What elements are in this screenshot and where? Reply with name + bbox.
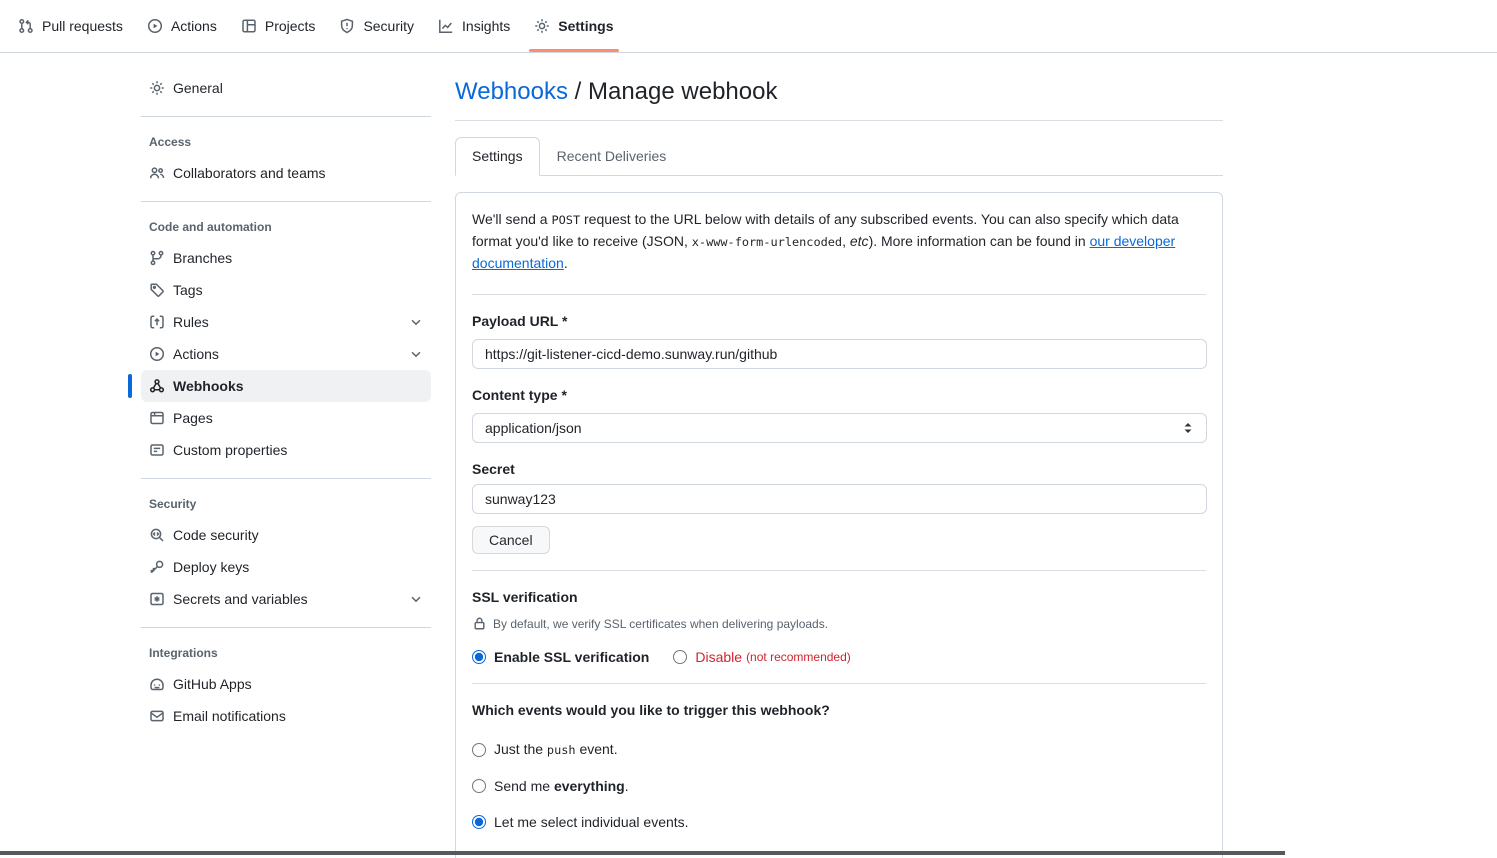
gear-icon [149, 80, 165, 96]
chevron-down-icon [409, 592, 423, 606]
sidebar-section-security: Security [141, 483, 431, 519]
payload-url-input[interactable] [472, 339, 1207, 369]
nav-actions[interactable]: Actions [139, 10, 225, 42]
webhook-settings-main: Webhooks / Manage webhook Settings Recen… [455, 76, 1223, 858]
event-option-everything[interactable]: Send me everything. [472, 778, 1206, 794]
sidebar-divider [141, 627, 431, 628]
sidebar-item-deploy-keys[interactable]: Deploy keys [141, 551, 431, 583]
ssl-note: By default, we verify SSL certificates w… [472, 616, 1206, 631]
sidebar-item-secrets-and-variables[interactable]: Secrets and variables [141, 583, 431, 615]
secret-label: Secret [472, 459, 1206, 480]
sidebar-divider [141, 201, 431, 202]
sidebar-divider [141, 478, 431, 479]
page-title: Webhooks / Manage webhook [455, 76, 1223, 121]
nav-label: Actions [171, 16, 217, 36]
nav-label: Pull requests [42, 16, 123, 36]
horizontal-scrollbar[interactable] [0, 851, 1285, 855]
ssl-enable-option[interactable]: Enable SSL verification [472, 649, 649, 665]
rules-icon [149, 314, 165, 330]
breadcrumb-current: Manage webhook [588, 78, 777, 105]
sidebar-divider [141, 116, 431, 117]
chevron-down-icon [409, 315, 423, 329]
cancel-button[interactable]: Cancel [472, 526, 550, 554]
project-icon [241, 18, 257, 34]
event-option-individual[interactable]: Let me select individual events. [472, 814, 1206, 830]
sidebar-item-branches[interactable]: Branches [141, 242, 431, 274]
play-circle-icon [149, 346, 165, 362]
mail-icon [149, 708, 165, 724]
note-icon [149, 442, 165, 458]
sidebar-item-github-apps[interactable]: GitHub Apps [141, 668, 431, 700]
ssl-enable-radio[interactable] [472, 650, 486, 664]
git-branch-icon [149, 250, 165, 266]
send-everything-radio[interactable] [472, 779, 486, 793]
git-pull-request-icon [18, 18, 34, 34]
nav-pull-requests[interactable]: Pull requests [10, 10, 131, 42]
nav-label: Insights [462, 16, 510, 36]
webhook-icon [149, 378, 165, 394]
sidebar-item-code-security[interactable]: Code security [141, 519, 431, 551]
nav-settings[interactable]: Settings [526, 10, 621, 42]
secret-input[interactable] [472, 484, 1207, 514]
webhook-form-box: We'll send a POST request to the URL bel… [455, 192, 1223, 858]
sidebar-section-access: Access [141, 121, 431, 157]
breadcrumb-separator: / [568, 78, 588, 105]
section-divider [472, 570, 1206, 571]
ssl-options: Enable SSL verification Disable (not rec… [472, 649, 1206, 665]
sidebar-item-collaborators-and-teams[interactable]: Collaborators and teams [141, 157, 431, 189]
secrets-icon [149, 591, 165, 607]
nav-label: Settings [558, 16, 613, 36]
events-heading: Which events would you like to trigger t… [472, 700, 1206, 721]
webhooks-breadcrumb-link[interactable]: Webhooks [455, 78, 568, 105]
lock-icon [472, 616, 487, 631]
content-type-label: Content type * [472, 385, 1206, 406]
ssl-disable-option[interactable]: Disable (not recommended) [673, 649, 850, 665]
sidebar-item-custom-properties[interactable]: Custom properties [141, 434, 431, 466]
webhook-tabs: Settings Recent Deliveries [455, 137, 1223, 176]
sidebar-item-webhooks[interactable]: Webhooks [141, 370, 431, 402]
gear-icon [534, 18, 550, 34]
just-push-radio[interactable] [472, 743, 486, 757]
shield-icon [339, 18, 355, 34]
graph-icon [438, 18, 454, 34]
sidebar-item-tags[interactable]: Tags [141, 274, 431, 306]
hubot-icon [149, 676, 165, 692]
chevron-down-icon [409, 347, 423, 361]
sidebar-item-pages[interactable]: Pages [141, 402, 431, 434]
nav-insights[interactable]: Insights [430, 10, 518, 42]
ssl-verification-heading: SSL verification [472, 587, 1206, 608]
section-divider [472, 294, 1206, 295]
nav-label: Security [363, 16, 414, 36]
webhook-description: We'll send a POST request to the URL bel… [472, 209, 1206, 274]
people-icon [149, 165, 165, 181]
tab-settings[interactable]: Settings [455, 137, 540, 176]
settings-sidebar: General Access Collaborators and teams C… [141, 72, 431, 732]
sidebar-item-email-notifications[interactable]: Email notifications [141, 700, 431, 732]
updown-caret-icon [1182, 421, 1194, 435]
payload-url-label: Payload URL * [472, 311, 1206, 332]
nav-security[interactable]: Security [331, 10, 422, 42]
nav-label: Projects [265, 16, 316, 36]
repo-top-nav: Pull requests Actions Projects Security … [0, 0, 1497, 53]
key-icon [149, 559, 165, 575]
tag-icon [149, 282, 165, 298]
nav-projects[interactable]: Projects [233, 10, 324, 42]
ssl-disable-radio[interactable] [673, 650, 687, 664]
sidebar-item-actions[interactable]: Actions [141, 338, 431, 370]
browser-icon [149, 410, 165, 426]
code-scan-icon [149, 527, 165, 543]
individual-events-radio[interactable] [472, 815, 486, 829]
event-option-just-push[interactable]: Just the push event. [472, 741, 1206, 758]
play-circle-icon [147, 18, 163, 34]
sidebar-section-integrations: Integrations [141, 632, 431, 668]
content-type-select[interactable]: application/json [472, 413, 1207, 443]
section-divider [472, 683, 1206, 684]
sidebar-section-code-and-automation: Code and automation [141, 206, 431, 242]
sidebar-item-rules[interactable]: Rules [141, 306, 431, 338]
tab-recent-deliveries[interactable]: Recent Deliveries [540, 137, 684, 176]
sidebar-item-general[interactable]: General [141, 72, 431, 104]
